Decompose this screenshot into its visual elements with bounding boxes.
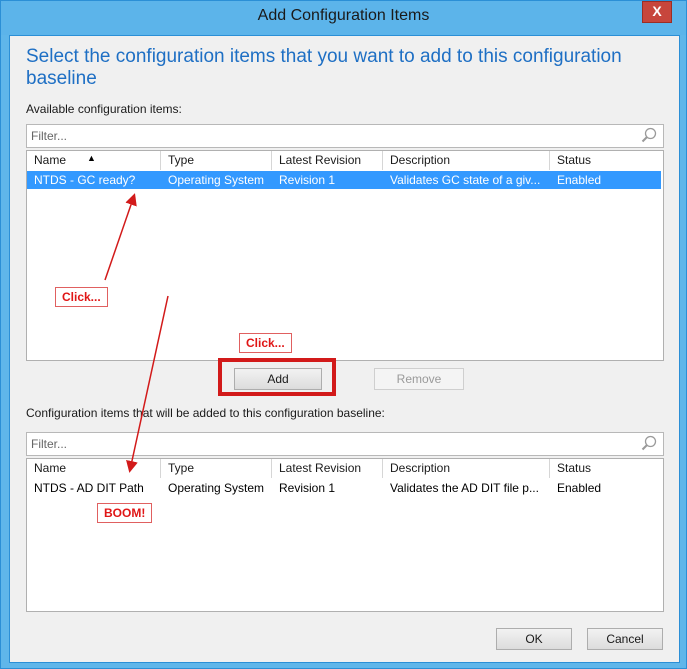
available-items-grid: Name ▲ Type Latest Revision Description … bbox=[26, 150, 664, 361]
column-header-latest-revision[interactable]: Latest Revision bbox=[272, 459, 383, 478]
page-title: Select the configuration items that you … bbox=[26, 46, 622, 89]
column-header-name[interactable]: Name ▲ bbox=[27, 151, 161, 170]
annotation-click-1: Click... bbox=[55, 287, 108, 307]
search-icon[interactable] bbox=[641, 435, 657, 451]
available-filter-input[interactable] bbox=[31, 128, 631, 144]
ok-button[interactable]: OK bbox=[496, 628, 572, 650]
added-grid-header: Name Type Latest Revision Description St… bbox=[27, 459, 663, 478]
cell-name: NTDS - GC ready? bbox=[34, 173, 136, 187]
cell-description: Validates GC state of a giv... bbox=[390, 173, 541, 187]
available-items-label: Available configuration items: bbox=[26, 102, 182, 116]
cell-description: Validates the AD DIT file p... bbox=[390, 481, 539, 495]
window-title: Add Configuration Items bbox=[257, 7, 430, 24]
added-filter-input[interactable] bbox=[31, 436, 631, 452]
dialog-body: Select the configuration items that you … bbox=[9, 35, 680, 663]
column-header-latest-revision[interactable]: Latest Revision bbox=[272, 151, 383, 170]
column-header-description[interactable]: Description bbox=[383, 151, 550, 170]
cell-type: Operating System bbox=[168, 481, 265, 495]
column-header-description[interactable]: Description bbox=[383, 459, 550, 478]
table-row[interactable]: NTDS - GC ready? Operating System Revisi… bbox=[27, 171, 661, 189]
cell-status: Enabled bbox=[557, 173, 602, 187]
column-header-status[interactable]: Status bbox=[550, 151, 661, 170]
cell-type: Operating System bbox=[168, 173, 265, 187]
sort-ascending-icon: ▲ bbox=[87, 153, 96, 163]
column-header-type[interactable]: Type bbox=[161, 151, 272, 170]
add-button-highlight bbox=[218, 358, 336, 396]
title-bar[interactable]: Add Configuration Items X bbox=[1, 1, 686, 35]
close-button[interactable]: X bbox=[642, 1, 672, 23]
cell-revision: Revision 1 bbox=[279, 481, 336, 495]
available-filter-box[interactable] bbox=[26, 124, 664, 148]
search-icon[interactable] bbox=[641, 127, 657, 143]
column-header-name[interactable]: Name bbox=[27, 459, 161, 478]
column-header-type[interactable]: Type bbox=[161, 459, 272, 478]
remove-button[interactable]: Remove bbox=[374, 368, 464, 390]
annotation-boom: BOOM! bbox=[97, 503, 153, 523]
table-row[interactable]: NTDS - AD DIT Path Operating System Revi… bbox=[27, 479, 661, 497]
annotation-click-2: Click... bbox=[239, 333, 292, 353]
added-items-grid: Name Type Latest Revision Description St… bbox=[26, 458, 664, 612]
cell-revision: Revision 1 bbox=[279, 173, 336, 187]
cell-name: NTDS - AD DIT Path bbox=[34, 481, 144, 495]
added-items-label: Configuration items that will be added t… bbox=[26, 406, 385, 420]
cell-status: Enabled bbox=[557, 481, 602, 495]
dialog-window: Add Configuration Items X Select the con… bbox=[0, 0, 687, 669]
cancel-button[interactable]: Cancel bbox=[587, 628, 663, 650]
available-grid-header: Name ▲ Type Latest Revision Description … bbox=[27, 151, 663, 170]
column-header-status[interactable]: Status bbox=[550, 459, 661, 478]
column-header-label: Name bbox=[34, 153, 67, 167]
added-filter-box[interactable] bbox=[26, 432, 664, 456]
